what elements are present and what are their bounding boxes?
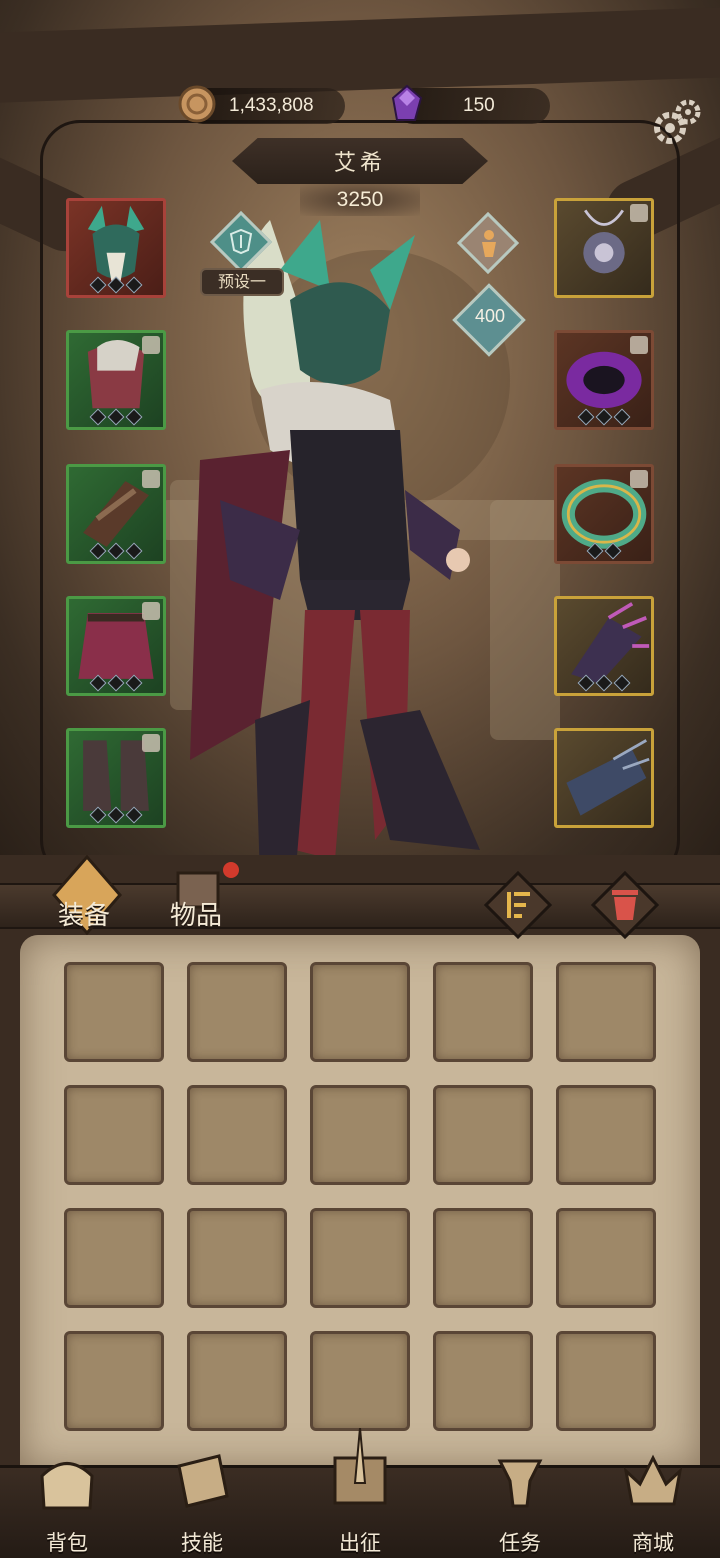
coin-value: 1,433,808 [229, 95, 314, 116]
inventory-slot[interactable] [556, 1208, 656, 1308]
inventory-slot[interactable] [187, 962, 287, 1062]
socket-row [557, 408, 651, 426]
inventory-slot[interactable] [187, 1331, 287, 1431]
socket-row [69, 408, 163, 426]
nav-battle-label: 出征 [339, 1531, 381, 1555]
equip-slot-armor[interactable] [66, 330, 166, 430]
nav-shop-label: 商城 [632, 1531, 674, 1555]
nav-skills-label: 技能 [181, 1531, 223, 1555]
inventory-slot[interactable] [310, 962, 410, 1062]
inventory-tab-bar: 装备 物品 [0, 855, 720, 945]
hero-name: 艾希 [333, 151, 386, 176]
hero-power: 3250 [300, 184, 420, 216]
inventory-slot[interactable] [433, 1331, 533, 1431]
nav-quests[interactable]: 任务 [465, 1459, 575, 1558]
socket-row [69, 542, 163, 560]
nav-shop[interactable]: 商城 [598, 1454, 708, 1558]
lock-icon [630, 204, 648, 222]
equip-slot-boots[interactable] [66, 728, 166, 828]
inventory-slot[interactable] [556, 1085, 656, 1185]
lock-icon [142, 336, 160, 354]
nav-battle[interactable]: 出征 [305, 1428, 415, 1558]
equip-slot-helmet[interactable] [66, 198, 166, 298]
inventory-slot[interactable] [187, 1085, 287, 1185]
purple-gem-icon [391, 84, 423, 121]
lock-icon [630, 336, 648, 354]
inventory-slot[interactable] [433, 962, 533, 1062]
attribute-points-value: 400 [474, 306, 506, 326]
inventory-panel: 装备 物品 [0, 855, 720, 1470]
bottom-navigation: 背包 技能 出征 任务 商城 [0, 1428, 720, 1558]
inventory-slot[interactable] [64, 1331, 164, 1431]
bg-branch [0, 6, 720, 104]
socket-row [557, 674, 651, 692]
equip-slot-gloves[interactable] [66, 464, 166, 564]
hero-character-art [190, 220, 480, 860]
socket-row [69, 276, 163, 294]
coin-icon [178, 85, 216, 123]
socket-row [69, 674, 163, 692]
socket-row [557, 542, 651, 560]
nav-bag-label: 背包 [46, 1531, 88, 1555]
inventory-slot[interactable] [64, 1085, 164, 1185]
skill-book-icon [177, 1454, 229, 1508]
trash-icon[interactable] [590, 870, 660, 940]
inventory-slot[interactable] [187, 1208, 287, 1308]
inventory-slot[interactable] [64, 1208, 164, 1308]
gear-icon[interactable] [648, 94, 704, 150]
lock-icon [142, 602, 160, 620]
gem-value: 150 [463, 95, 495, 116]
equip-slot-ring[interactable] [554, 464, 654, 564]
tab-equip[interactable]: 装备 [58, 895, 110, 932]
inventory-slot[interactable] [433, 1085, 533, 1185]
gem-counter[interactable]: 150 [391, 84, 550, 124]
equip-slot-necklace[interactable] [554, 198, 654, 298]
nav-skills[interactable]: 技能 [147, 1454, 257, 1558]
hero-name-banner: 艾希 [232, 138, 488, 184]
equip-slot-quiver[interactable] [554, 728, 654, 828]
inventory-slot[interactable] [556, 1331, 656, 1431]
equip-slot-weapon[interactable] [554, 596, 654, 696]
nav-bag[interactable]: 背包 [12, 1462, 122, 1558]
socket-row [69, 806, 163, 824]
sword-map-icon [333, 1428, 387, 1505]
inventory-slot[interactable] [64, 962, 164, 1062]
hero-stage: 1,433,808 150 艾希 3250 预设一 400 [0, 0, 720, 860]
lock-icon [630, 470, 648, 488]
coin-counter[interactable]: 1,433,808 [178, 85, 345, 124]
person-icon [482, 230, 496, 257]
shop-crown-icon [623, 1454, 683, 1506]
inventory-slot[interactable] [433, 1208, 533, 1308]
class-icon [229, 228, 253, 255]
quiver-icon [566, 739, 650, 816]
bag-icon [40, 1462, 94, 1510]
equip-slot-legs[interactable] [66, 596, 166, 696]
inventory-slot[interactable] [310, 1331, 410, 1431]
tab-items[interactable]: 物品 [170, 895, 222, 932]
inventory-slot[interactable] [310, 1208, 410, 1308]
inventory-slot[interactable] [310, 1085, 410, 1185]
lock-icon [142, 734, 160, 752]
horn-icon [497, 1459, 543, 1508]
nav-quests-label: 任务 [499, 1531, 541, 1555]
inventory-slot[interactable] [556, 962, 656, 1062]
notification-dot [223, 862, 239, 878]
sort-icon[interactable] [483, 870, 553, 940]
equip-slot-bracer[interactable] [554, 330, 654, 430]
lock-icon [142, 470, 160, 488]
preset-button[interactable]: 预设一 [200, 268, 284, 296]
